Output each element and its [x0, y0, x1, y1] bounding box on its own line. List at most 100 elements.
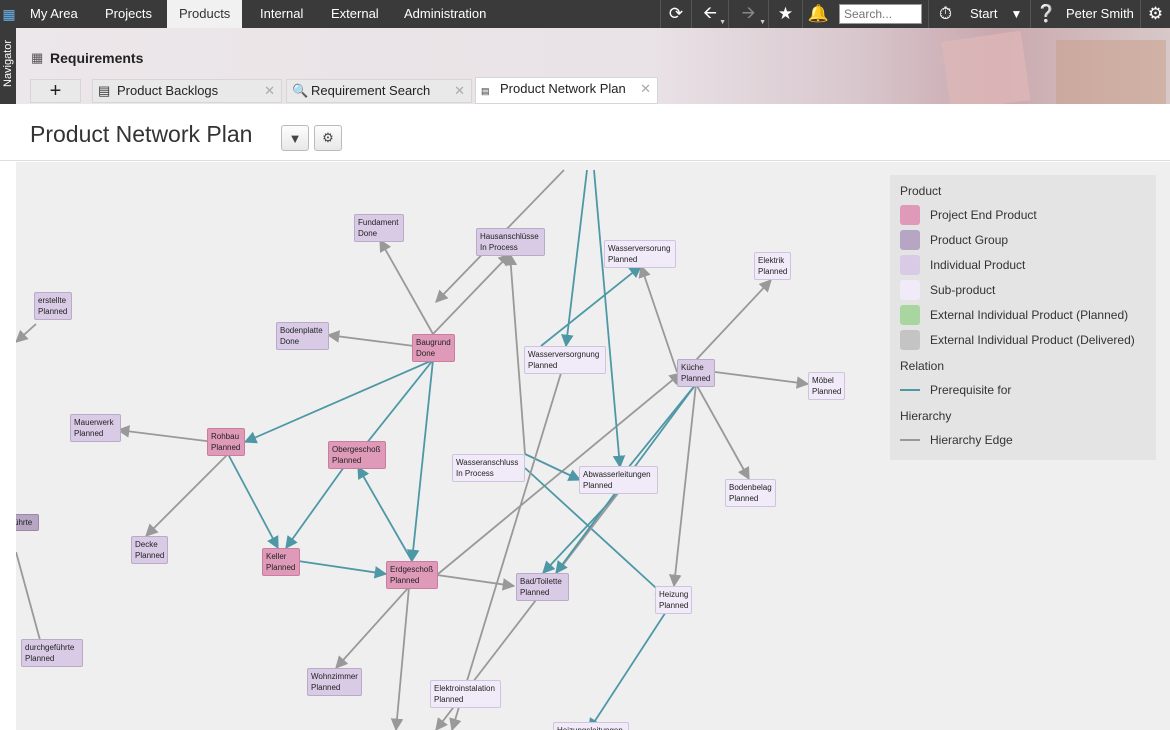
- search-input[interactable]: [839, 4, 922, 24]
- legend-label: Prerequisite for: [930, 383, 1012, 397]
- graph-node[interactable]: Heizung Planned: [655, 586, 692, 614]
- graph-node[interactable]: Elektrik Planned: [754, 252, 791, 280]
- graph-node[interactable]: Hausanschlüsse In Process: [476, 228, 545, 256]
- graph-node[interactable]: durchgeführte Planned: [21, 639, 83, 667]
- graph-node[interactable]: Bad/Toilette Planned: [516, 573, 569, 601]
- view-settings-gear-icon[interactable]: ⚙: [314, 125, 342, 151]
- node-name: Küche: [681, 363, 704, 372]
- node-name: Wasseranschluss: [456, 458, 519, 467]
- node-name: Wasserversorgnung: [528, 350, 600, 359]
- close-icon[interactable]: ✕: [264, 80, 275, 102]
- node-name: Obergeschoß: [332, 445, 381, 454]
- user-name[interactable]: Peter Smith: [1066, 0, 1134, 28]
- tab-requirement-search[interactable]: 🔍 Requirement Search ✕: [286, 79, 472, 103]
- stopwatch-icon[interactable]: ⏱: [928, 0, 962, 28]
- graph-node[interactable]: Elektroinstalation Planned: [430, 680, 501, 708]
- node-status: Done: [358, 229, 378, 238]
- graph-node[interactable]: Mauerwerk Planned: [70, 414, 121, 442]
- nav-tab-projects[interactable]: Projects: [93, 0, 164, 28]
- network-plan-icon: ▤: [481, 86, 490, 96]
- graph-node[interactable]: Baugrund Done: [412, 334, 455, 362]
- chevron-down-icon[interactable]: ▼: [281, 125, 309, 151]
- prerequisite-edge: [357, 359, 434, 455]
- hierarchy-edge: [145, 453, 229, 537]
- legend-swatch: [900, 330, 920, 350]
- hierarchy-edge: [326, 330, 415, 347]
- add-tab-button[interactable]: +: [30, 79, 81, 103]
- nav-tab-my-area[interactable]: My Area: [18, 0, 90, 28]
- graph-node[interactable]: ührte: [16, 514, 39, 531]
- graph-node[interactable]: Wohnzimmer Planned: [307, 668, 362, 696]
- nav-tab-external[interactable]: External: [319, 0, 391, 28]
- node-name: Decke: [135, 540, 158, 549]
- node-name: Erdgeschoß: [390, 565, 434, 574]
- graph-node[interactable]: Abwasserleitungen Planned: [579, 466, 658, 494]
- node-status: Planned: [681, 374, 711, 383]
- bell-icon[interactable]: 🔔: [802, 0, 834, 28]
- top-navigation-bar: ▦ My Area Projects Products Internal Ext…: [0, 0, 1170, 28]
- graph-node[interactable]: Decke Planned: [131, 536, 168, 564]
- graph-node[interactable]: Bodenbelag Planned: [725, 479, 776, 507]
- hierarchy-edge: [116, 425, 215, 443]
- close-icon[interactable]: ✕: [640, 78, 651, 100]
- node-status: In Process: [456, 469, 494, 478]
- section-title: Requirements: [50, 50, 144, 66]
- app-grid-icon[interactable]: ▦: [0, 0, 18, 28]
- prerequisite-edge: [357, 465, 413, 562]
- graph-node[interactable]: Wasserversorung Planned: [604, 240, 676, 268]
- legend-hierarchy-heading: Hierarchy: [900, 409, 952, 423]
- start-dropdown-icon[interactable]: ▼: [1003, 0, 1030, 28]
- requirements-icon: ▦: [31, 50, 44, 65]
- graph-node[interactable]: Wasseranschluss In Process: [452, 454, 525, 482]
- settings-gear-icon[interactable]: ⚙: [1140, 0, 1170, 28]
- nav-tab-internal[interactable]: Internal: [248, 0, 315, 28]
- legend-swatch: [900, 255, 920, 275]
- forward-arrow-icon[interactable]: 🡪 ▼: [728, 0, 768, 28]
- tab-product-network-plan[interactable]: ▤ Product Network Plan ✕: [475, 77, 658, 104]
- node-name: Rohbau: [211, 432, 240, 441]
- graph-node[interactable]: Möbel Planned: [808, 372, 845, 400]
- node-name: Wasserversorung: [608, 244, 671, 253]
- graph-node[interactable]: Bodenplatte Done: [276, 322, 329, 350]
- hierarchy-edge: [695, 279, 772, 361]
- prerequisite-edge: [285, 466, 345, 550]
- legend-label: Individual Product: [930, 258, 1026, 272]
- node-status: Planned: [758, 267, 788, 276]
- node-status: Planned: [434, 695, 464, 704]
- prerequisite-edge: [227, 453, 279, 550]
- graph-node[interactable]: Küche Planned: [677, 359, 715, 387]
- node-status: Planned: [38, 307, 68, 316]
- legend-label: External Individual Product (Planned): [930, 308, 1129, 322]
- node-status: Done: [416, 349, 436, 358]
- help-icon[interactable]: ❔: [1030, 0, 1062, 28]
- legend-label: Sub-product: [930, 283, 996, 297]
- graph-node[interactable]: erstellte Planned: [34, 292, 72, 320]
- node-name: Möbel: [812, 376, 834, 385]
- tab-product-backlogs[interactable]: ▤ Product Backlogs ✕: [92, 79, 282, 103]
- graph-node[interactable]: Rohbau Planned: [207, 428, 245, 456]
- graph-legend: Product Project End Product Product Grou…: [890, 175, 1156, 460]
- node-status: Planned: [583, 481, 613, 490]
- node-status: Planned: [211, 443, 241, 452]
- graph-node[interactable]: Fundament Done: [354, 214, 404, 242]
- legend-line-swatch: [900, 389, 920, 391]
- graph-node[interactable]: Keller Planned: [262, 548, 300, 576]
- refresh-icon[interactable]: ⟳: [660, 0, 691, 28]
- start-menu-label[interactable]: Start: [970, 0, 997, 28]
- legend-item-individual-product: Individual Product: [900, 255, 1025, 275]
- nav-tab-products[interactable]: Products: [167, 0, 243, 28]
- node-name: erstellte: [38, 296, 67, 305]
- graph-node[interactable]: Wasserversorgnung Planned: [524, 346, 606, 374]
- star-icon[interactable]: ★: [768, 0, 802, 28]
- prerequisite-edge: [593, 169, 626, 469]
- graph-node[interactable]: Erdgeschoß Planned: [386, 561, 438, 589]
- banner-decoration: [1056, 40, 1166, 104]
- graph-node[interactable]: Obergeschoß Planned: [328, 441, 386, 469]
- back-arrow-icon[interactable]: 🡨 ▼: [691, 0, 728, 28]
- node-name: Keller: [266, 552, 287, 561]
- hierarchy-edge: [638, 264, 678, 373]
- close-icon[interactable]: ✕: [454, 80, 465, 102]
- nav-tab-administration[interactable]: Administration: [392, 0, 498, 28]
- node-status: Planned: [520, 588, 550, 597]
- graph-node[interactable]: Heizungsleitungen: [553, 722, 629, 730]
